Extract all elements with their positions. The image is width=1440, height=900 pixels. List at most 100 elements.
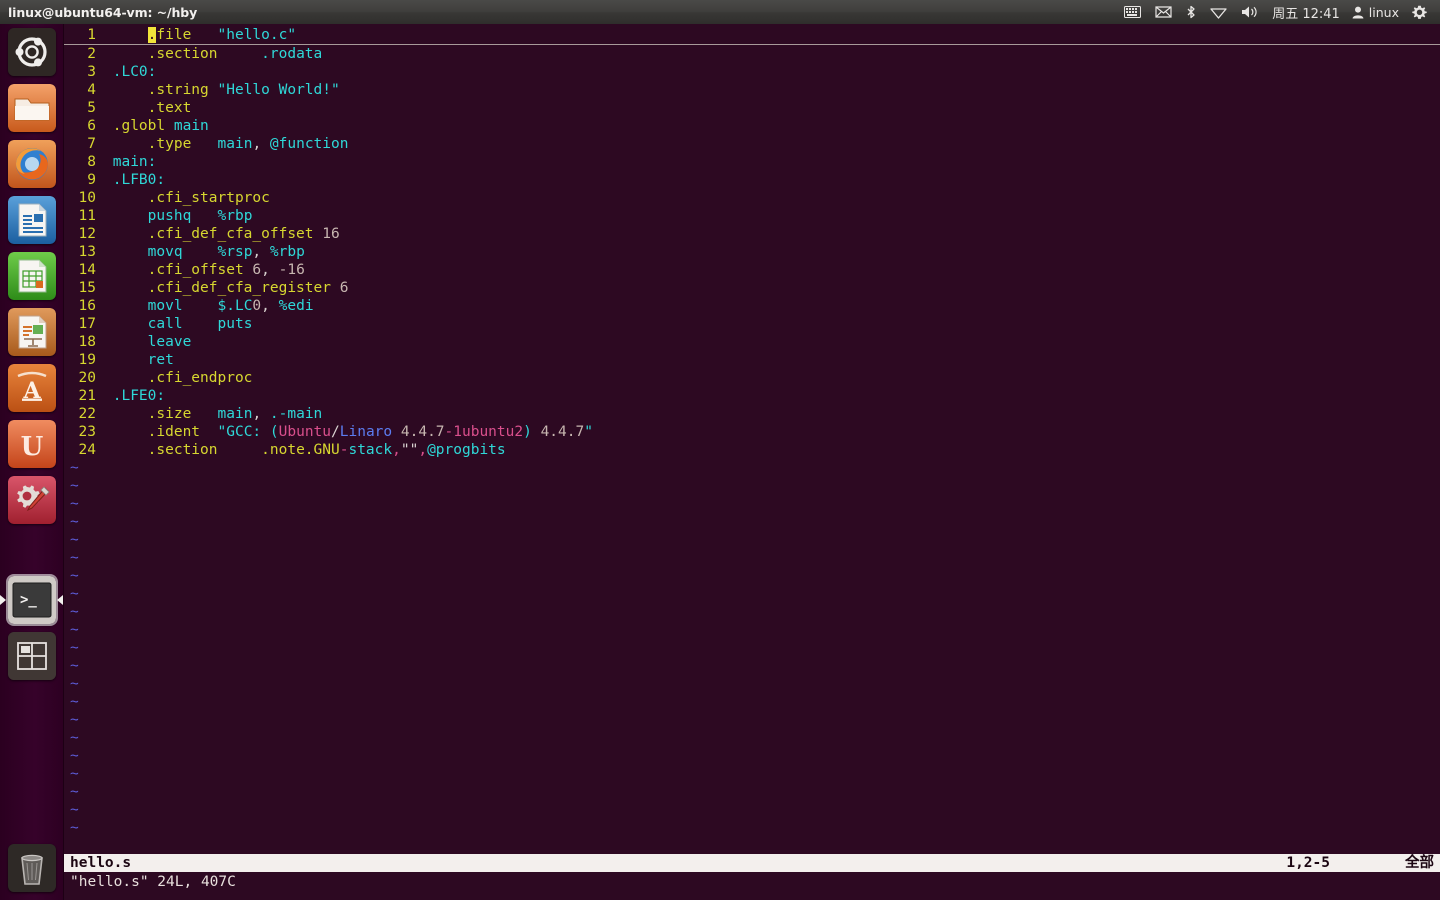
gear-icon[interactable] (1405, 0, 1434, 24)
tilde-icon: ~ (70, 784, 79, 800)
line-number: 21 (78, 388, 96, 404)
tilde-icon: ~ (70, 622, 79, 638)
code-line: 15 .cfi_def_cfa_register 6 (64, 279, 1440, 297)
code-token: @function (261, 136, 349, 152)
line-number: 17 (78, 316, 96, 332)
code-line: 23 .ident "GCC: (Ubuntu/Linaro 4.4.7-1ub… (64, 423, 1440, 441)
launcher-item-firefox[interactable] (8, 140, 56, 188)
code-token: ) (523, 424, 532, 440)
vim-command-line[interactable]: "hello.s" 24L, 407C (64, 872, 1440, 892)
code-token: Linaro (339, 424, 393, 440)
launcher-item-libreoffice-writer[interactable] (8, 196, 56, 244)
launcher-item-ubuntu-one[interactable]: U (8, 420, 56, 468)
empty-line-marker: ~ (64, 729, 1440, 747)
code-line: 14 .cfi_offset 6, -16 (64, 261, 1440, 279)
code-token: leave (147, 334, 192, 350)
launcher-item-system-settings[interactable] (8, 476, 56, 524)
launcher-item-libreoffice-calc[interactable] (8, 252, 56, 300)
code-token: .text (147, 100, 192, 116)
code-token: .cfi_def_cfa_offset (147, 226, 314, 242)
code-line: 19 ret (64, 351, 1440, 369)
line-number: 13 (78, 244, 96, 260)
ubuntu-logo-icon (8, 28, 56, 76)
code-token: .LC0: (112, 64, 157, 80)
code-token: puts (217, 316, 253, 332)
code-line: 18 leave (64, 333, 1440, 351)
code-token: 6 (339, 280, 349, 296)
session-user-indicator[interactable]: linux (1346, 0, 1405, 24)
code-token: / (331, 424, 340, 440)
line-number: 10 (78, 190, 96, 206)
line-number: 11 (78, 208, 96, 224)
empty-line-marker: ~ (64, 459, 1440, 477)
volume-indicator-icon[interactable] (1234, 0, 1266, 24)
code-token: , (392, 442, 401, 458)
code-token: 1ubuntu2 (453, 424, 524, 440)
code-token: .section (147, 46, 218, 62)
launcher-item-libreoffice-impress[interactable] (8, 308, 56, 356)
vim-buffer[interactable]: 1 .file "hello.c" 2 .section .rodata 3 .LC… (64, 24, 1440, 837)
tilde-icon: ~ (70, 460, 79, 476)
empty-line-marker: ~ (64, 765, 1440, 783)
bluetooth-indicator-icon[interactable] (1179, 0, 1203, 24)
code-token: .LFB0: (112, 172, 166, 188)
code-token: Ubuntu (278, 424, 332, 440)
vim-statusline: hello.s 1,2-5 全部 (64, 854, 1440, 872)
statusline-scroll-percent: 全部 (1405, 855, 1434, 871)
empty-line-marker: ~ (64, 639, 1440, 657)
launcher-item-trash[interactable] (8, 844, 56, 892)
empty-line-marker: ~ (64, 621, 1440, 639)
launcher-item-files[interactable] (8, 84, 56, 132)
empty-line-marker: ~ (64, 477, 1440, 495)
line-number: 8 (87, 154, 96, 170)
code-token: main (217, 136, 253, 152)
keyboard-indicator-icon[interactable] (1117, 0, 1148, 24)
line-number: 7 (87, 136, 96, 152)
launcher-item-software-center[interactable]: A (8, 364, 56, 412)
code-token: .cfi_def_cfa_register (147, 280, 331, 296)
line-number: 3 (87, 64, 96, 80)
empty-line-marker: ~ (64, 531, 1440, 549)
code-token: -16 (278, 262, 305, 278)
launcher-item-dash-home[interactable] (8, 28, 56, 76)
line-number: 15 (78, 280, 96, 296)
tilde-icon: ~ (70, 676, 79, 692)
terminal-window[interactable]: 1 .file "hello.c" 2 .section .rodata 3 .LC… (64, 24, 1440, 900)
empty-line-marker: ~ (64, 603, 1440, 621)
tilde-icon: ~ (70, 532, 79, 548)
code-token: .globl (112, 118, 166, 134)
empty-line-marker: ~ (64, 675, 1440, 693)
launcher-active-pip-right (57, 595, 63, 605)
launcher-item-terminal[interactable]: >_ (8, 576, 56, 624)
code-token: , (252, 406, 270, 422)
code-token: .cfi_endproc (147, 370, 253, 386)
code-token: %rsp (217, 244, 253, 260)
letter-a-icon: A (8, 364, 56, 412)
network-indicator-icon[interactable] (1203, 0, 1234, 24)
code-line: 10 .cfi_startproc (64, 189, 1440, 207)
code-token: %rbp (269, 244, 305, 260)
code-token: .cfi_startproc (147, 190, 270, 206)
line-number: 6 (87, 118, 96, 134)
mail-indicator-icon[interactable] (1148, 0, 1179, 24)
indicator-area: 周五 12:41 linux (1117, 0, 1440, 24)
empty-line-marker: ~ (64, 819, 1440, 837)
code-line: 1 .file "hello.c" (64, 26, 1440, 45)
empty-line-marker: ~ (64, 585, 1440, 603)
tilde-icon: ~ (70, 748, 79, 764)
tilde-icon: ~ (70, 640, 79, 656)
clock-indicator[interactable]: 周五 12:41 (1266, 0, 1346, 24)
launcher-item-workspace-switcher[interactable] (8, 632, 56, 680)
